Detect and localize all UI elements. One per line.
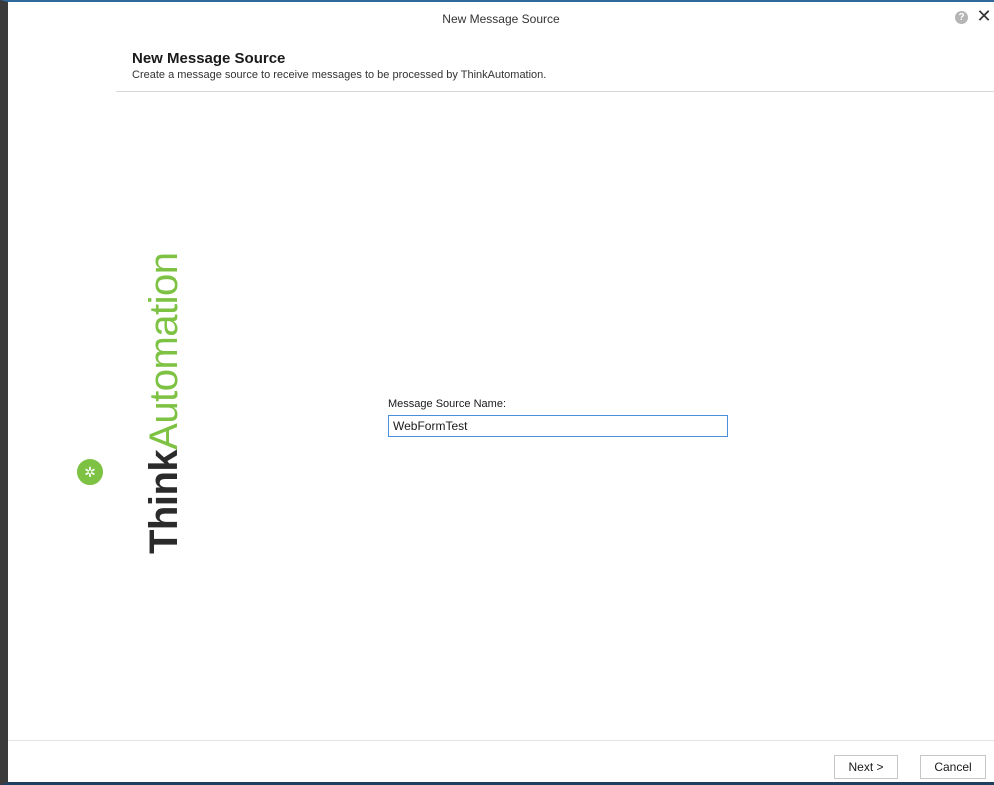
message-source-name-label: Message Source Name:: [388, 398, 506, 410]
footer-divider: [8, 740, 994, 741]
header-divider: [116, 91, 994, 92]
brand-logo: ThinkAutomation ✲: [46, 232, 186, 562]
cancel-button[interactable]: Cancel: [920, 755, 986, 779]
page-title: New Message Source: [132, 50, 286, 67]
brand-badge: ✲: [74, 456, 106, 488]
page-header: New Message Source Create a message sour…: [132, 50, 546, 82]
help-icon[interactable]: ?: [955, 11, 968, 24]
next-button[interactable]: Next >: [834, 755, 898, 779]
close-icon[interactable]: ✕: [976, 6, 992, 26]
dialog-window: New Message Source ? ✕ New Message Sourc…: [0, 0, 994, 785]
brand-wordmark: ThinkAutomation: [140, 252, 188, 554]
page-subtitle: Create a message source to receive messa…: [132, 69, 547, 81]
gear-icon: ✲: [84, 464, 96, 480]
window-title: New Message Source: [442, 12, 560, 26]
brand-think-text: Think: [142, 449, 186, 554]
brand-automation-text: Automation: [142, 252, 186, 450]
title-bar: New Message Source ? ✕: [8, 2, 994, 38]
message-source-name-input[interactable]: [388, 415, 728, 437]
